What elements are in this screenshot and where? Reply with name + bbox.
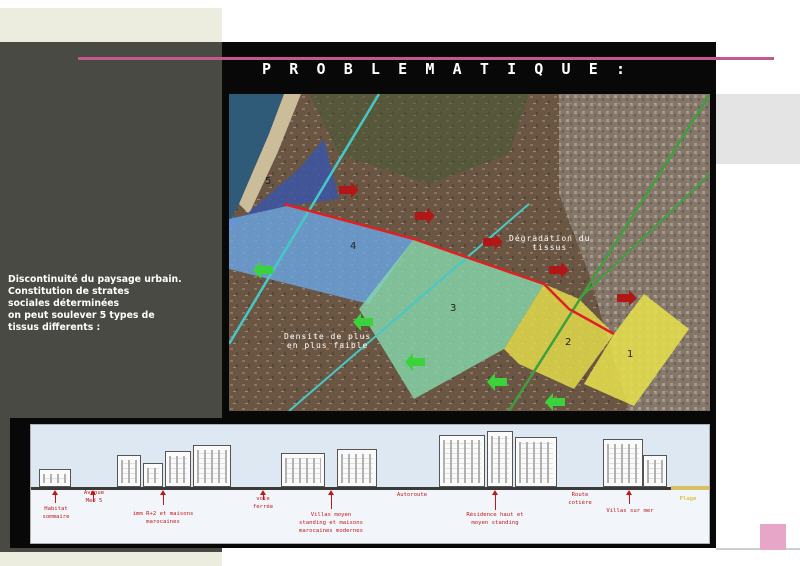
page-paper-right (716, 94, 800, 164)
plage-label: Plage (671, 495, 705, 503)
imm-building (193, 445, 231, 487)
imm-label: imm R+2 et maisons marocaines (125, 510, 201, 526)
degradation-line: Dégradation du (509, 234, 591, 243)
zone-1-label: 1 (627, 349, 634, 360)
imm-arrow (160, 490, 166, 505)
imm-building (143, 463, 163, 487)
label-line: standing et maisons (299, 520, 363, 526)
page-title: PROBLEMATIQUE: (262, 60, 644, 78)
description-line: on peut soulever 5 types de (8, 310, 155, 321)
habitat-arrow (52, 490, 58, 503)
label-line: marocaines modernes (299, 528, 363, 534)
section-ground-line (31, 487, 709, 490)
residence-building (439, 435, 485, 487)
label-line: Route (571, 492, 589, 498)
label-line: marocaines (146, 519, 180, 525)
villa-building (337, 449, 377, 487)
label-line: Villas sur mer (606, 508, 654, 514)
imm-building (117, 455, 141, 487)
label-line: Autoroute (396, 492, 428, 498)
label-line: sommaire (42, 514, 70, 520)
zone-2-label: 2 (565, 337, 572, 348)
villa-sur-mer-building (603, 439, 643, 487)
label-line: imm R+2 et maisons (132, 511, 194, 517)
description: Discontinuité du paysage urbain. Constit… (8, 274, 208, 334)
label-line: cotière (568, 500, 592, 506)
label-line: moyen standing (471, 520, 519, 526)
label-line: Résidence haut et (466, 512, 524, 518)
label-line: Avenue (83, 490, 105, 496)
description-line: Constitution de strates (8, 286, 130, 297)
autoroute-label: Autoroute (389, 491, 435, 499)
label-line: Villas moyen (310, 512, 352, 518)
zone-3-label: 3 (450, 303, 457, 314)
avenue-label: Avenue Med 5 (79, 489, 109, 505)
villa-sur-mer-building (643, 455, 667, 487)
villa-building (281, 453, 325, 487)
description-line: Discontinuité du paysage urbain. (8, 274, 182, 285)
corner-square (760, 524, 786, 550)
zone-5-label: 5 (265, 176, 272, 187)
description-line: sociales déterminées (8, 298, 120, 309)
densite-label: Densite de plus en plus faible (284, 332, 371, 350)
voie-label: voie ferrée (245, 495, 281, 511)
map-drawing (229, 94, 710, 411)
section-beach (671, 486, 709, 490)
densite-line: en plus faible (286, 341, 369, 350)
residence-building (487, 431, 513, 487)
bottom-rule (716, 548, 800, 550)
degradation-line: tissus (532, 243, 568, 252)
villas-mer-label: Villas sur mer (603, 507, 657, 515)
route-label: Route cotière (563, 491, 597, 507)
label-line: Habitat (44, 506, 68, 512)
residence-arrow (492, 490, 498, 510)
residence-label: Résidence haut et moyen standing (457, 511, 533, 527)
label-line: ferrée (252, 504, 274, 510)
degradation-label: Dégradation du tissus (509, 234, 590, 252)
villas-mer-arrow (626, 490, 632, 504)
imm-building (165, 451, 191, 487)
densite-line: Densite de plus (284, 332, 372, 341)
urban-section-diagram: Habitat sommaire Avenue Med 5 imm R+2 et… (30, 424, 710, 544)
label-line: voie (256, 496, 270, 502)
description-line: tissus differents : (8, 322, 101, 333)
residence-building (515, 437, 557, 487)
habitat-label: Habitat sommaire (37, 505, 75, 521)
villas-moyen-label: Villas moyen standing et maisons marocai… (289, 511, 373, 535)
villas-moyen-arrow (328, 490, 334, 509)
zone-4-label: 4 (350, 241, 357, 252)
habitat-building (39, 469, 71, 487)
label-line: Med 5 (85, 498, 103, 504)
label-line: Plage (679, 496, 697, 502)
satellite-map: 5 4 3 2 1 Dégradation du tissus Densite … (229, 94, 710, 411)
